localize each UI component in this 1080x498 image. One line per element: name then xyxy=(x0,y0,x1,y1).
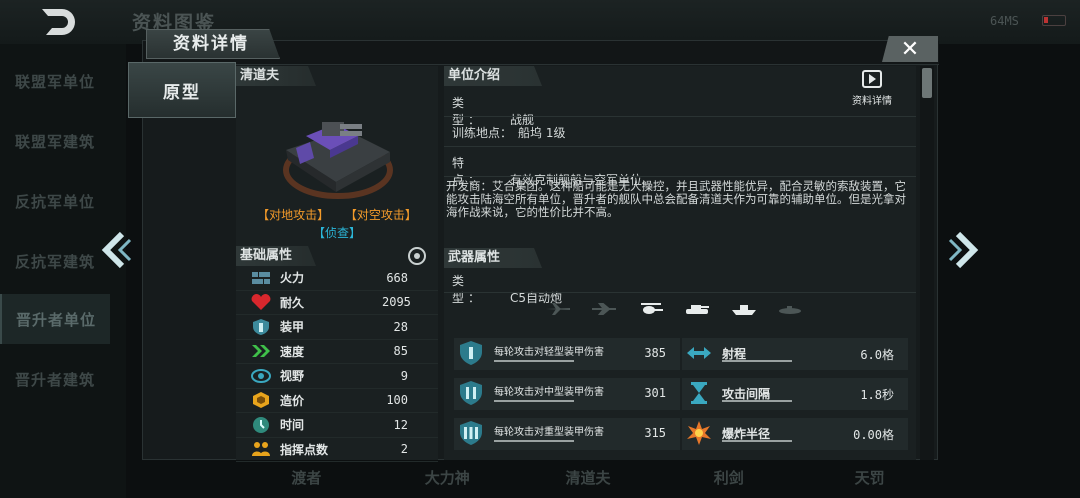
unit-panel: 清道夫 【对地攻击】 【对空攻击】 【侦查】 基础属性 火力 668 耐久 20… xyxy=(236,66,438,462)
light-armor-damage: 每轮攻击对轻型装甲伤害 385 xyxy=(454,338,680,370)
air-attack-tag: 【对空攻击】 xyxy=(344,208,417,222)
stats-list: 火力 668 耐久 2095 装甲 28 速度 85 视野 9 造价 100 时… xyxy=(236,266,438,462)
hourglass-icon xyxy=(691,382,707,404)
dialog-title: 资料详情 xyxy=(146,29,280,59)
stat-row: 时间 12 xyxy=(236,413,438,438)
range-stat: 射程 6.0格 xyxy=(682,338,908,370)
ship-icon xyxy=(731,305,756,315)
ground-attack-tag: 【对地攻击】 xyxy=(257,208,330,222)
unit-tab[interactable]: 大力神 xyxy=(377,462,518,498)
ping-indicator: 64MS xyxy=(990,14,1019,28)
intro-panel: 单位介绍 资料详情 类 型： 战舰 训练地点： 船坞 1级 特 点： 有效克制舰船与空… xyxy=(444,66,916,460)
armor-level-2-icon xyxy=(460,381,482,405)
tab-prototype[interactable]: 原型 xyxy=(128,62,236,118)
sidebar-item-alliance-buildings[interactable]: 联盟军建筑 xyxy=(0,116,110,166)
close-button[interactable]: ✕ xyxy=(882,36,938,62)
unit-description: 开发商：艾合集团。这种船可能是无人操控，并且武器性能优异，配合灵敏的索敌装置，它… xyxy=(446,179,906,219)
armor-level-3-icon xyxy=(460,421,482,445)
refresh-icon[interactable] xyxy=(408,247,426,265)
stat-row: 指挥点数 2 xyxy=(236,438,438,462)
next-arrow-icon[interactable] xyxy=(946,230,980,270)
range-icon xyxy=(687,347,711,359)
tank-icon xyxy=(686,305,710,314)
command-icon xyxy=(252,442,270,457)
unit-name: 清道夫 xyxy=(236,66,316,86)
submarine-icon xyxy=(778,306,801,314)
stat-row: 速度 85 xyxy=(236,340,438,364)
medium-armor-damage: 每轮攻击对中型装甲伤害 301 xyxy=(454,378,680,410)
sidebar-item-ascendant-buildings[interactable]: 晋升者建筑 xyxy=(0,354,110,404)
sidebar-item-ascendant-units[interactable]: 晋升者单位 xyxy=(0,294,110,344)
sidebar-item-rebel-units[interactable]: 反抗军单位 xyxy=(0,176,110,226)
scroll-thumb[interactable] xyxy=(922,68,932,98)
video-details-label: 资料详情 xyxy=(852,96,892,107)
unit-tab[interactable]: 利剑 xyxy=(658,462,799,498)
sidebar-item-rebel-buildings[interactable]: 反抗军建筑 xyxy=(0,236,110,286)
scrollbar[interactable] xyxy=(920,66,934,460)
sidebar-item-alliance-units[interactable]: 联盟军单位 xyxy=(0,56,110,106)
prev-arrow-icon[interactable] xyxy=(100,230,134,270)
firepower-icon xyxy=(252,271,270,284)
armor-level-1-icon xyxy=(460,341,482,365)
back-icon[interactable] xyxy=(38,6,78,38)
stat-row: 火力 668 xyxy=(236,266,438,291)
attack-tags: 【对地攻击】 【对空攻击】 xyxy=(236,206,438,223)
clock-icon xyxy=(253,416,269,433)
fighter-icon xyxy=(546,303,570,315)
attack-interval-stat: 攻击间隔 1.8秒 xyxy=(682,378,908,410)
stat-row: 装甲 28 xyxy=(236,315,438,340)
type-line: 类 型： 战舰 xyxy=(452,96,535,127)
unit-tab[interactable]: 清道夫 xyxy=(518,462,659,498)
unit-image xyxy=(283,122,393,199)
weapon-attributes-title: 武器属性 xyxy=(444,248,542,268)
unit-tab-bar: 渡者 大力神 清道夫 利剑 天罚 xyxy=(236,462,940,498)
explosion-icon xyxy=(687,421,711,445)
recon-tag: 【侦查】 xyxy=(312,226,361,240)
stat-row: 耐久 2095 xyxy=(236,291,438,315)
stat-row: 造价 100 xyxy=(236,389,438,413)
video-icon xyxy=(862,70,882,88)
speed-icon xyxy=(252,345,270,358)
blast-radius-stat: 爆炸半径 0.00格 xyxy=(682,418,908,450)
heavy-armor-damage: 每轮攻击对重型装甲伤害 315 xyxy=(454,418,680,450)
unit-tab[interactable]: 天罚 xyxy=(799,462,940,498)
training-site-line: 训练地点： 船坞 1级 xyxy=(452,126,566,140)
video-details-button[interactable]: 资料详情 xyxy=(844,70,900,112)
cost-icon xyxy=(253,392,269,409)
unit-tab[interactable]: 渡者 xyxy=(236,462,377,498)
stat-row: 视野 9 xyxy=(236,364,438,389)
eye-icon xyxy=(251,368,271,383)
target-types xyxy=(544,300,804,318)
battery-icon xyxy=(1042,15,1066,26)
helicopter-icon xyxy=(640,303,663,314)
bomber-icon xyxy=(592,303,617,315)
armor-icon xyxy=(253,318,269,335)
heart-icon xyxy=(251,294,271,311)
